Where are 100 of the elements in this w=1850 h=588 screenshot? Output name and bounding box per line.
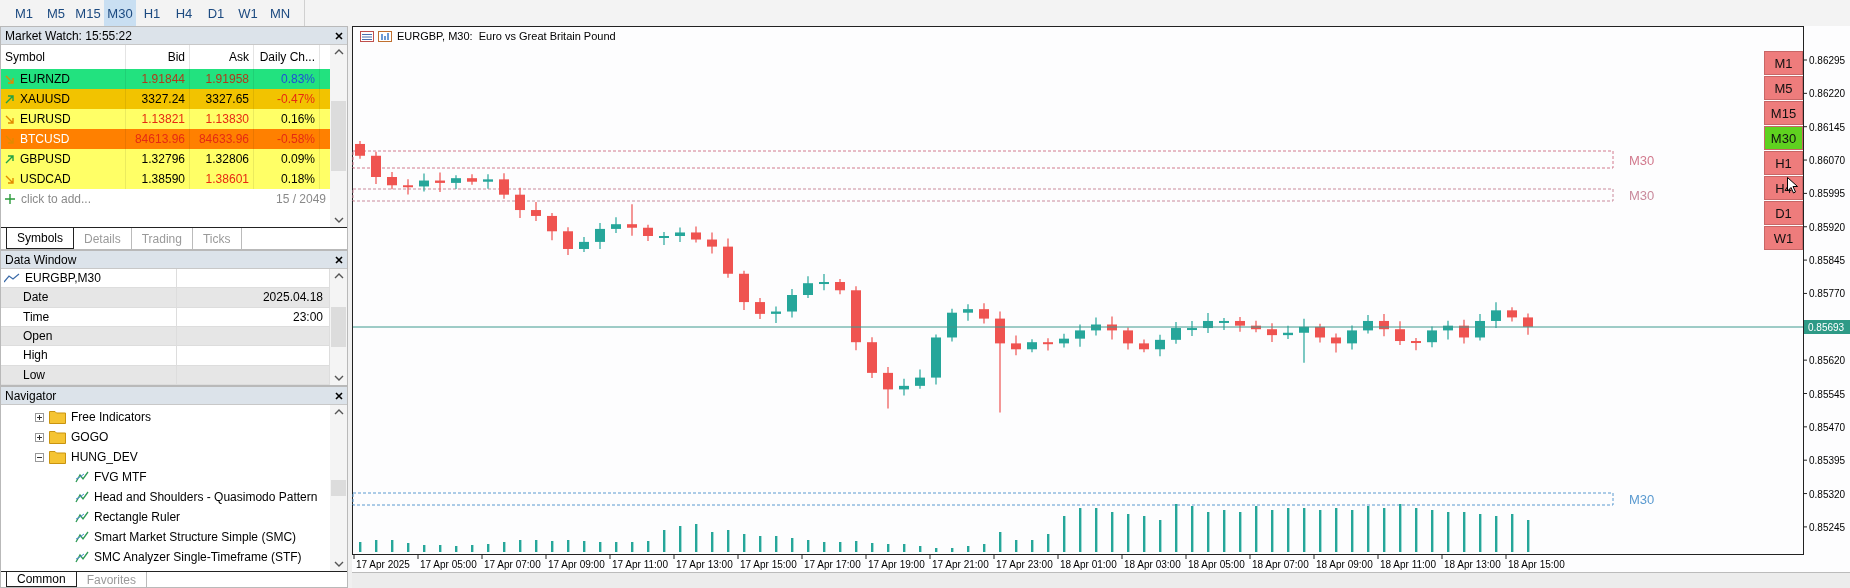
symbol-row[interactable]: EURUSD 1.13821 1.13830 0.16% [1, 109, 330, 129]
candle [1363, 314, 1373, 334]
symbol-name: XAUUSD [20, 92, 70, 106]
volume-bar [1399, 504, 1402, 552]
timeframe-button[interactable]: M15 [72, 0, 104, 26]
timeframe-button[interactable]: M5 [40, 0, 72, 26]
bid-cell: 1.38590 [126, 169, 190, 189]
plus-icon[interactable] [5, 194, 15, 204]
candle [899, 378, 909, 396]
folder-item[interactable]: Free Indicators [71, 410, 152, 424]
candle [1507, 306, 1517, 323]
expand-icon[interactable] [35, 432, 44, 442]
volume-bar [1415, 508, 1418, 552]
volume-bar [615, 542, 618, 552]
scroll-up-icon[interactable] [333, 273, 344, 279]
scrollbar-thumb[interactable] [331, 480, 346, 496]
candle [1123, 326, 1133, 350]
scrollbar-thumb[interactable] [331, 101, 346, 171]
candle [1475, 313, 1485, 342]
volume-bar [1223, 510, 1226, 552]
candle [387, 171, 397, 190]
collapse-icon[interactable] [35, 452, 44, 462]
candle [947, 308, 957, 343]
volume-bar [871, 543, 874, 552]
time-axis-label: 17 Apr 13:00 [673, 553, 733, 570]
volume-bar [1287, 508, 1290, 552]
time-axis-label: 17 Apr 09:00 [545, 553, 605, 570]
volume-bar [727, 530, 730, 552]
volume-bar [1095, 508, 1098, 552]
field-value: 23:00 [292, 309, 323, 324]
candle [451, 174, 461, 190]
scroll-down-icon[interactable] [333, 561, 344, 567]
candle [1299, 318, 1309, 364]
scrollbar-thumb[interactable] [331, 307, 346, 347]
volume-bar [1479, 514, 1482, 552]
scroll-down-icon[interactable] [333, 375, 344, 381]
timeframe-button[interactable]: M5 [1764, 76, 1803, 100]
candle [803, 275, 813, 299]
symbol-row[interactable]: USDCAD 1.38590 1.38601 0.18% [1, 169, 330, 189]
volume-bar [567, 540, 570, 552]
indicator-item[interactable]: Rectangle Ruler [94, 510, 181, 524]
volume-bar [791, 538, 794, 552]
volume-bar [759, 536, 762, 552]
timeframe-button[interactable]: H1 [136, 0, 168, 26]
candle [739, 270, 749, 311]
symbol-row[interactable]: EURNZD 1.91844 1.91958 0.83% [1, 69, 330, 89]
symbol-row[interactable]: XAUUSD 3327.24 3327.65 -0.47% [1, 89, 330, 109]
panel-tab[interactable]: Symbols [6, 228, 74, 249]
panel-tab[interactable]: Common [6, 572, 77, 587]
volume-bar [1527, 520, 1530, 552]
candle [659, 231, 669, 246]
volume-bar [359, 542, 362, 552]
list-icon[interactable] [360, 31, 374, 42]
timeframe-button[interactable]: D1 [200, 0, 232, 26]
chart-bars-icon[interactable] [378, 31, 392, 42]
scroll-up-icon[interactable] [333, 409, 344, 415]
add-symbol-link[interactable]: click to add... [21, 192, 92, 206]
close-icon[interactable] [335, 31, 343, 40]
candle [355, 140, 365, 160]
scroll-down-icon[interactable] [333, 217, 344, 223]
timeframe-button[interactable]: M1 [8, 0, 40, 26]
volume-bar [823, 542, 826, 552]
folder-item[interactable]: GOGO [71, 430, 109, 444]
symbol-row[interactable]: GBPUSD 1.32796 1.32806 0.09% [1, 149, 330, 169]
timeframe-button[interactable]: D1 [1764, 201, 1803, 225]
timeframe-button[interactable]: M30 [1764, 126, 1803, 150]
timeframe-button[interactable]: MN [264, 0, 296, 26]
candle [467, 173, 477, 186]
time-axis-label: 17 Apr 11:00 [609, 553, 668, 570]
chart-title: EURGBP, M30: Euro vs Great Britain Pound [397, 30, 616, 42]
volume-bar [631, 542, 634, 552]
volume-bar [1255, 506, 1258, 552]
volume-bar [1207, 512, 1210, 552]
volume-bar [1191, 506, 1194, 552]
indicator-icon [75, 551, 89, 563]
volume-bar [983, 544, 986, 552]
close-icon[interactable] [335, 391, 343, 400]
timeframe-button[interactable]: M15 [1764, 101, 1803, 125]
volume-bar [1143, 516, 1146, 552]
field-label: Low [23, 367, 45, 382]
volume-bar [455, 546, 458, 552]
timeframe-button[interactable]: H1 [1764, 151, 1803, 175]
indicator-item[interactable]: Smart Market Structure Simple (SMC) [94, 530, 297, 544]
timeframe-button[interactable]: M1 [1764, 51, 1803, 75]
candle [403, 178, 413, 196]
scroll-up-icon[interactable] [333, 49, 344, 55]
expand-icon[interactable] [35, 412, 44, 422]
price-axis-label: 0.85845 [1802, 255, 1846, 267]
indicator-item[interactable]: Head and Shoulders - Quasimodo Pattern [94, 490, 318, 504]
timeframe-button[interactable]: M30 [104, 0, 136, 26]
indicator-item[interactable]: SMC Analyzer Single-Timeframe (STF) [94, 550, 302, 564]
timeframe-button[interactable]: H4 [168, 0, 200, 26]
close-icon[interactable] [335, 255, 343, 264]
candle [531, 201, 541, 222]
indicator-item[interactable]: FVG MTF [94, 470, 147, 484]
time-axis-label: 17 Apr 23:00 [993, 553, 1053, 570]
timeframe-button[interactable]: W1 [232, 0, 264, 26]
timeframe-button[interactable]: W1 [1764, 226, 1803, 250]
candle [755, 297, 765, 320]
folder-item[interactable]: HUNG_DEV [71, 450, 138, 464]
